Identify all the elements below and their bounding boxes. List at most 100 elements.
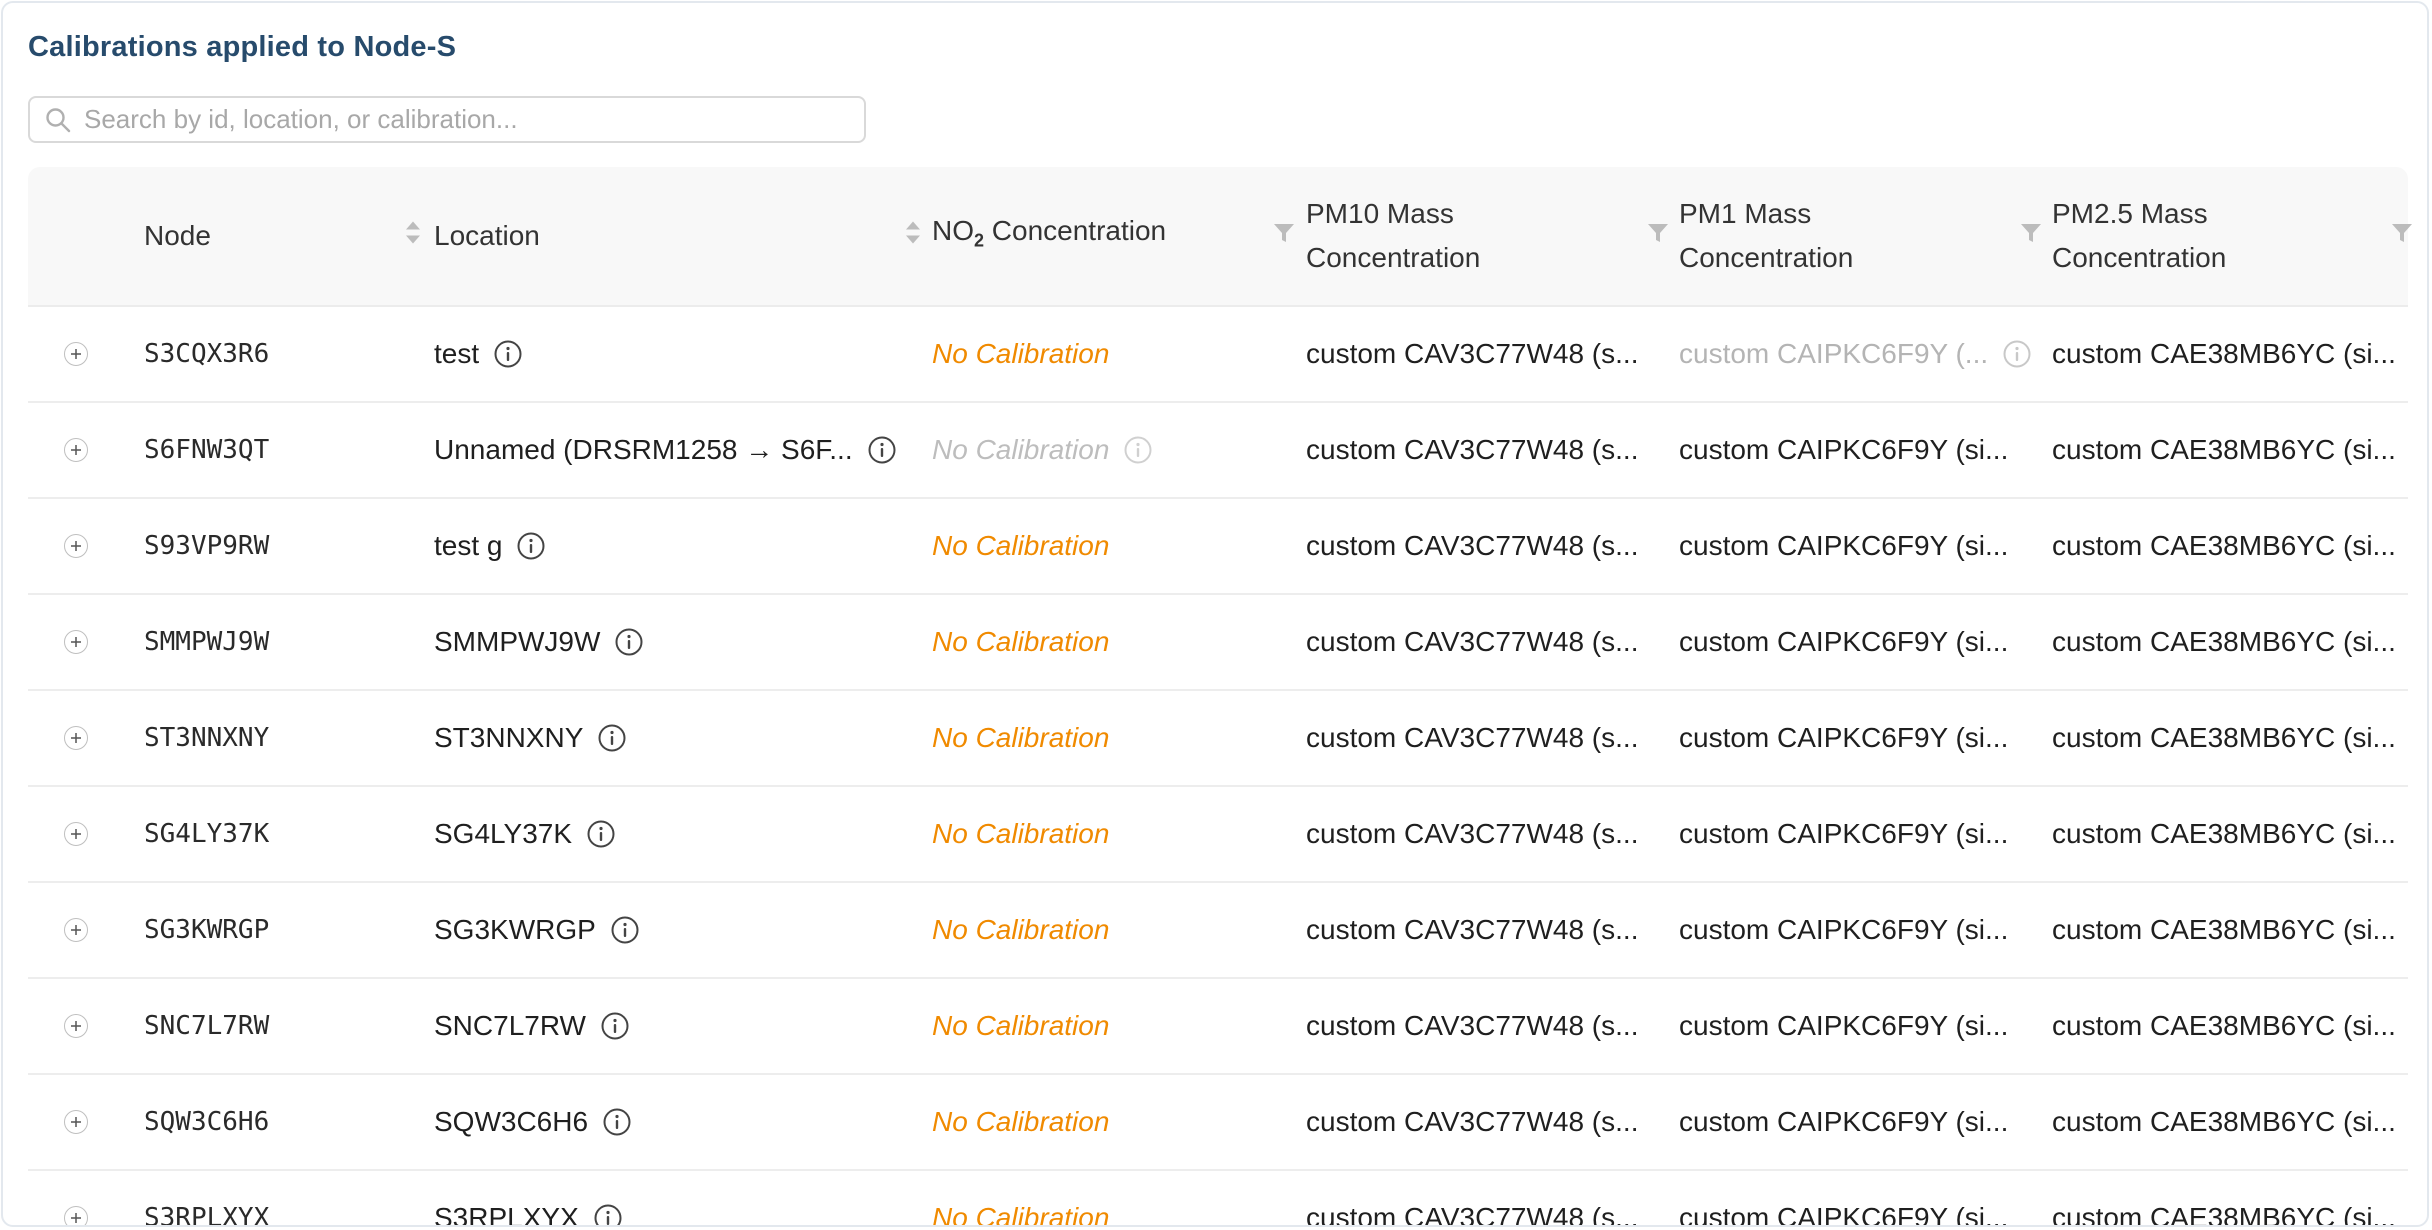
pm1-calibration: custom CAIPKC6F9Y (si... — [1679, 626, 2009, 657]
pm10-calibration: custom CAV3C77W48 (s... — [1306, 1010, 1639, 1041]
column-header-node[interactable]: Node — [144, 167, 434, 305]
search-box[interactable] — [28, 96, 866, 143]
table-header: Node Location NO2 Concentration PM10 Mas… — [28, 167, 2412, 307]
pm1-calibration: custom CAIPKC6F9Y (si... — [1679, 1202, 2009, 1227]
pm10-calibration: custom CAV3C77W48 (s... — [1306, 434, 1639, 465]
table-row[interactable]: S6FNW3QT Unnamed (DRSRM1258 → S6F... No … — [28, 403, 2408, 499]
expand-row-icon[interactable] — [64, 822, 88, 846]
no2-calibration: No Calibration — [932, 403, 1153, 497]
info-icon[interactable] — [867, 435, 897, 465]
no2-calibration: No Calibration — [932, 1202, 1110, 1227]
table-row[interactable]: SQW3C6H6 SQW3C6H6 No Calibration custom … — [28, 1075, 2408, 1171]
pm25-calibration: custom CAE38MB6YC (si... — [2052, 914, 2396, 945]
no2-calibration: No Calibration — [932, 1010, 1110, 1041]
expand-row-icon[interactable] — [64, 438, 88, 462]
location-cell: SQW3C6H6 — [434, 1075, 632, 1169]
no2-calibration: No Calibration — [932, 530, 1110, 561]
no2-calibration: No Calibration — [932, 338, 1110, 369]
table-row[interactable]: S3RPLXYX S3RPLXYX No Calibration custom … — [28, 1171, 2408, 1227]
pm25-calibration: custom CAE38MB6YC (si... — [2052, 818, 2396, 849]
node-id: SG3KWRGP — [144, 915, 270, 945]
node-id: S3RPLXYX — [144, 1203, 270, 1227]
pm1-calibration: custom CAIPKC6F9Y (... — [1679, 307, 2032, 401]
pm25-calibration: custom CAE38MB6YC (si... — [2052, 1010, 2396, 1041]
filter-icon[interactable] — [1646, 220, 1670, 252]
column-header-pm25[interactable]: PM2.5 Mass Concentration — [2052, 167, 2412, 305]
pm25-calibration: custom CAE38MB6YC (si... — [2052, 434, 2396, 465]
no2-calibration: No Calibration — [932, 818, 1110, 849]
info-icon[interactable] — [593, 1203, 623, 1225]
pm10-calibration: custom CAV3C77W48 (s... — [1306, 722, 1639, 753]
location-cell: SG3KWRGP — [434, 883, 640, 977]
pm1-calibration: custom CAIPKC6F9Y (si... — [1679, 434, 2009, 465]
info-icon[interactable] — [602, 1107, 632, 1137]
search-input[interactable] — [82, 103, 846, 136]
pm10-calibration: custom CAV3C77W48 (s... — [1306, 338, 1639, 369]
no2-calibration: No Calibration — [932, 914, 1110, 945]
info-icon[interactable] — [600, 1011, 630, 1041]
info-icon[interactable] — [2002, 339, 2032, 369]
column-header-pm1[interactable]: PM1 Mass Concentration — [1679, 167, 2053, 305]
pm1-calibration: custom CAIPKC6F9Y (si... — [1679, 1106, 2009, 1137]
filter-icon[interactable] — [2019, 220, 2043, 252]
calibrations-panel: Calibrations applied to Node-S Node Loca… — [1, 1, 2429, 1227]
pm25-calibration: custom CAE38MB6YC (si... — [2052, 626, 2396, 657]
column-header-no2[interactable]: NO2 Concentration — [932, 167, 1306, 305]
location-cell: SG4LY37K — [434, 787, 616, 881]
expand-row-icon[interactable] — [64, 918, 88, 942]
pm25-calibration: custom CAE38MB6YC (si... — [2052, 530, 2396, 561]
table-row[interactable]: S93VP9RW test g No Calibration custom CA… — [28, 499, 2408, 595]
pm25-calibration: custom CAE38MB6YC (si... — [2052, 1106, 2396, 1137]
table-row[interactable]: SNC7L7RW SNC7L7RW No Calibration custom … — [28, 979, 2408, 1075]
search-icon — [44, 105, 74, 135]
pm1-calibration: custom CAIPKC6F9Y (si... — [1679, 722, 2009, 753]
info-icon[interactable] — [493, 339, 523, 369]
pm10-calibration: custom CAV3C77W48 (s... — [1306, 818, 1639, 849]
pm1-calibration: custom CAIPKC6F9Y (si... — [1679, 818, 2009, 849]
table-row[interactable]: S3CQX3R6 test No Calibration custom CAV3… — [28, 307, 2408, 403]
location-cell: ST3NNXNY — [434, 691, 627, 785]
node-id: ST3NNXNY — [144, 723, 270, 753]
table-row[interactable]: SG3KWRGP SG3KWRGP No Calibration custom … — [28, 883, 2408, 979]
location-cell: SNC7L7RW — [434, 979, 630, 1073]
sort-icon[interactable] — [904, 219, 922, 254]
info-icon[interactable] — [1123, 435, 1153, 465]
expand-row-icon[interactable] — [64, 534, 88, 558]
column-header-location[interactable]: Location — [434, 167, 924, 305]
expand-row-icon[interactable] — [64, 1206, 88, 1225]
pm10-calibration: custom CAV3C77W48 (s... — [1306, 1202, 1639, 1227]
expand-row-icon[interactable] — [64, 342, 88, 366]
pm1-calibration: custom CAIPKC6F9Y (si... — [1679, 914, 2009, 945]
node-id: S3CQX3R6 — [144, 339, 270, 369]
expand-row-icon[interactable] — [64, 726, 88, 750]
pm10-calibration: custom CAV3C77W48 (s... — [1306, 914, 1639, 945]
sort-icon[interactable] — [404, 219, 422, 254]
table-row[interactable]: ST3NNXNY ST3NNXNY No Calibration custom … — [28, 691, 2408, 787]
pm10-calibration: custom CAV3C77W48 (s... — [1306, 530, 1639, 561]
location-cell: S3RPLXYX — [434, 1171, 623, 1225]
calibration-table: Node Location NO2 Concentration PM10 Mas… — [28, 167, 2412, 1227]
filter-icon[interactable] — [2390, 220, 2414, 252]
node-id: SQW3C6H6 — [144, 1107, 270, 1137]
pm25-calibration: custom CAE38MB6YC (si... — [2052, 1202, 2396, 1227]
node-id: SMMPWJ9W — [144, 627, 270, 657]
node-id: SG4LY37K — [144, 819, 270, 849]
info-icon[interactable] — [614, 627, 644, 657]
panel-title: Calibrations applied to Node-S — [28, 31, 457, 63]
info-icon[interactable] — [516, 531, 546, 561]
node-id: S6FNW3QT — [144, 435, 270, 465]
table-row[interactable]: SMMPWJ9W SMMPWJ9W No Calibration custom … — [28, 595, 2408, 691]
info-icon[interactable] — [586, 819, 616, 849]
info-icon[interactable] — [597, 723, 627, 753]
filter-icon[interactable] — [1272, 220, 1296, 252]
pm1-calibration: custom CAIPKC6F9Y (si... — [1679, 530, 2009, 561]
expand-row-icon[interactable] — [64, 1110, 88, 1134]
pm1-calibration: custom CAIPKC6F9Y (si... — [1679, 1010, 2009, 1041]
expand-row-icon[interactable] — [64, 1014, 88, 1038]
no2-calibration: No Calibration — [932, 626, 1110, 657]
location-cell: test g — [434, 499, 546, 593]
info-icon[interactable] — [610, 915, 640, 945]
table-row[interactable]: SG4LY37K SG4LY37K No Calibration custom … — [28, 787, 2408, 883]
expand-row-icon[interactable] — [64, 630, 88, 654]
column-header-pm10[interactable]: PM10 Mass Concentration — [1306, 167, 1680, 305]
